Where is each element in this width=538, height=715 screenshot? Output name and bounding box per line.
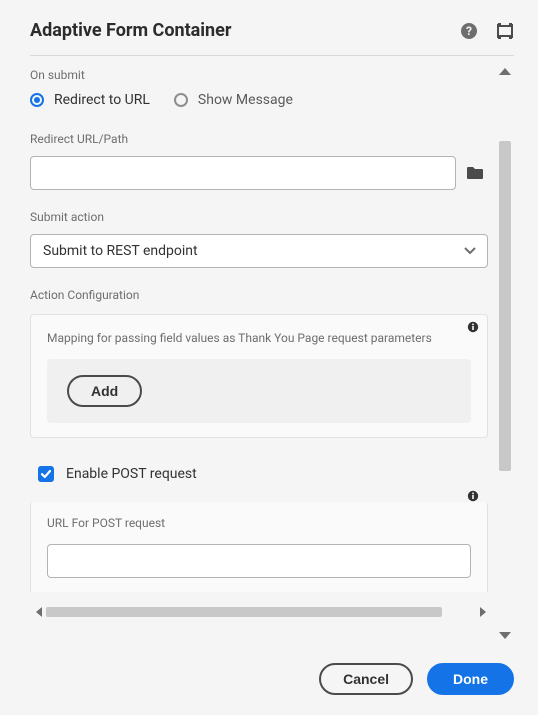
- info-icon[interactable]: [467, 490, 479, 502]
- radio-label: Show Message: [198, 92, 293, 108]
- dialog-container: Adaptive Form Container ? On submit Redi…: [0, 0, 538, 715]
- redirect-url-group: Redirect URL/Path: [30, 132, 488, 190]
- hscroll-thumb[interactable]: [46, 607, 442, 617]
- scroll-down-icon[interactable]: [499, 632, 511, 639]
- post-url-input[interactable]: [47, 544, 471, 578]
- fullscreen-icon[interactable]: [496, 22, 514, 40]
- redirect-url-label: Redirect URL/Path: [30, 132, 488, 146]
- dialog-footer: Cancel Done: [30, 639, 514, 695]
- post-url-block: URL For POST request: [30, 502, 488, 592]
- action-config-heading: Action Configuration: [30, 288, 488, 302]
- hscroll-track[interactable]: [46, 607, 476, 617]
- dialog-body-content: On submit Redirect to URL Show Message R…: [30, 68, 496, 639]
- info-icon[interactable]: [467, 321, 479, 333]
- cancel-button[interactable]: Cancel: [319, 663, 413, 695]
- help-icon[interactable]: ?: [460, 22, 478, 40]
- radio-icon: [174, 93, 188, 107]
- dialog-body: On submit Redirect to URL Show Message R…: [30, 68, 514, 639]
- dialog-header: Adaptive Form Container ?: [30, 20, 514, 56]
- scroll-left-icon[interactable]: [36, 607, 42, 617]
- submit-action-label: Submit action: [30, 210, 488, 224]
- vertical-scrollbar[interactable]: [496, 68, 514, 639]
- radio-icon: [30, 93, 44, 107]
- submit-action-select[interactable]: Submit to REST endpoint: [30, 234, 488, 268]
- submit-action-group: Submit action Submit to REST endpoint: [30, 210, 488, 268]
- enable-post-row: Enable POST request: [38, 466, 488, 482]
- enable-post-checkbox[interactable]: [38, 466, 54, 482]
- on-submit-label: On submit: [30, 68, 488, 82]
- enable-post-label: Enable POST request: [66, 466, 197, 482]
- horizontal-scrollbar[interactable]: [30, 604, 488, 620]
- post-url-label: URL For POST request: [47, 516, 471, 530]
- scroll-up-icon[interactable]: [499, 68, 511, 75]
- vscroll-track[interactable]: [499, 79, 511, 628]
- add-mapping-button[interactable]: Add: [67, 375, 142, 407]
- mapping-add-area: Add: [47, 359, 471, 423]
- action-config-card: Mapping for passing field values as Than…: [30, 314, 488, 438]
- radio-label: Redirect to URL: [54, 92, 150, 108]
- radio-redirect-to-url[interactable]: Redirect to URL: [30, 92, 150, 108]
- dialog-title: Adaptive Form Container: [30, 20, 442, 41]
- svg-text:?: ?: [466, 24, 472, 38]
- redirect-url-input[interactable]: [30, 156, 456, 190]
- done-button[interactable]: Done: [427, 663, 514, 695]
- on-submit-radio-group: Redirect to URL Show Message: [30, 92, 488, 108]
- submit-action-selected: Submit to REST endpoint: [43, 243, 198, 259]
- radio-show-message[interactable]: Show Message: [174, 92, 293, 108]
- scroll-right-icon[interactable]: [480, 607, 486, 617]
- mapping-description: Mapping for passing field values as Than…: [47, 331, 471, 345]
- browse-folder-icon[interactable]: [462, 156, 488, 190]
- vscroll-thumb[interactable]: [499, 141, 511, 471]
